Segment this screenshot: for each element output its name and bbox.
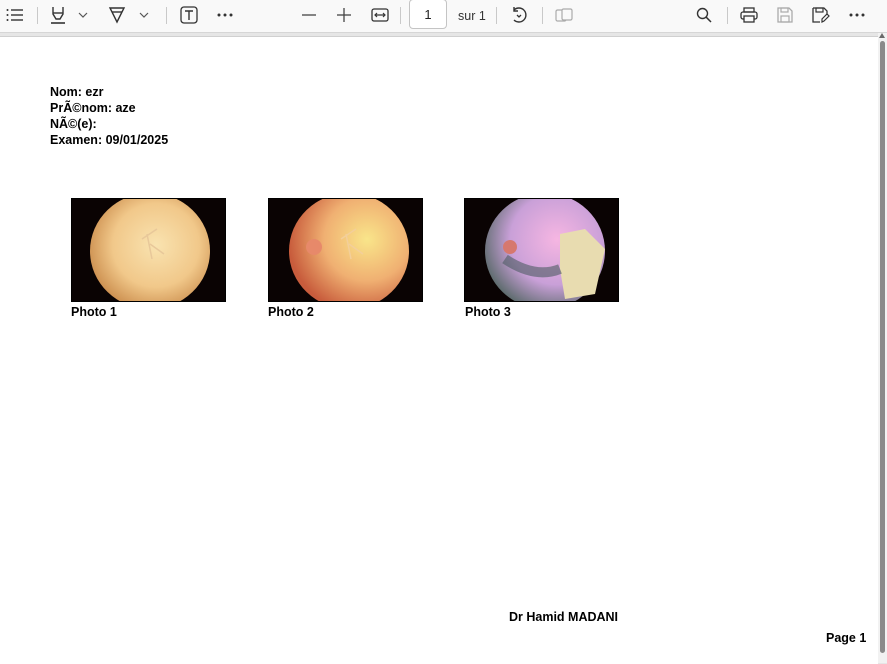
rotate-icon[interactable] bbox=[509, 4, 529, 26]
patient-nom: Nom: ezr bbox=[50, 85, 104, 99]
toolbar-separator bbox=[166, 7, 167, 24]
fit-width-icon[interactable] bbox=[370, 4, 390, 26]
photo-caption-2: Photo 2 bbox=[268, 305, 314, 319]
pdf-toolbar: sur 1 bbox=[0, 0, 887, 33]
pdf-page: Nom: ezr PrÃ©nom: aze NÃ©(e): Examen: 09… bbox=[0, 36, 878, 664]
page-number-input[interactable] bbox=[409, 0, 447, 29]
patient-ne: NÃ©(e): bbox=[50, 117, 97, 131]
chevron-down-icon[interactable] bbox=[138, 4, 150, 26]
page-view-icon[interactable] bbox=[554, 4, 574, 26]
print-icon[interactable] bbox=[739, 4, 759, 26]
patient-info: Nom: ezr PrÃ©nom: aze NÃ©(e): Examen: 09… bbox=[50, 84, 168, 148]
vertical-scrollbar[interactable] bbox=[878, 33, 887, 663]
highlight-icon[interactable] bbox=[48, 4, 68, 26]
toolbar-separator bbox=[496, 7, 497, 24]
chevron-down-icon[interactable] bbox=[77, 4, 89, 26]
text-box-icon[interactable] bbox=[179, 4, 199, 26]
save-icon[interactable] bbox=[775, 4, 795, 26]
photo-caption-1: Photo 1 bbox=[71, 305, 117, 319]
toolbar-separator bbox=[727, 7, 728, 24]
more-tools-icon[interactable] bbox=[215, 4, 235, 26]
scrollbar-thumb[interactable] bbox=[880, 41, 885, 653]
contents-icon[interactable] bbox=[5, 4, 25, 26]
scroll-up-arrow-icon[interactable] bbox=[879, 33, 885, 38]
fundus-photo-1 bbox=[71, 198, 226, 302]
more-icon[interactable] bbox=[847, 4, 867, 26]
save-as-icon[interactable] bbox=[811, 4, 831, 26]
doctor-signature-name: Dr Hamid MADANI bbox=[509, 610, 619, 624]
zoom-out-icon[interactable] bbox=[299, 4, 319, 26]
page-total-label: sur 1 bbox=[458, 9, 486, 23]
patient-prenom: PrÃ©nom: aze bbox=[50, 101, 136, 115]
search-icon[interactable] bbox=[694, 4, 714, 26]
exam-date: Examen: 09/01/2025 bbox=[50, 133, 169, 147]
photo-caption-3: Photo 3 bbox=[465, 305, 511, 319]
toolbar-separator bbox=[542, 7, 543, 24]
fundus-photo-2 bbox=[268, 198, 423, 302]
fundus-photo-3 bbox=[464, 198, 619, 302]
page-footer-label: Page 1 bbox=[826, 631, 867, 645]
toolbar-separator bbox=[37, 7, 38, 24]
zoom-in-icon[interactable] bbox=[334, 4, 354, 26]
draw-icon[interactable] bbox=[107, 4, 127, 26]
toolbar-separator bbox=[400, 7, 401, 24]
